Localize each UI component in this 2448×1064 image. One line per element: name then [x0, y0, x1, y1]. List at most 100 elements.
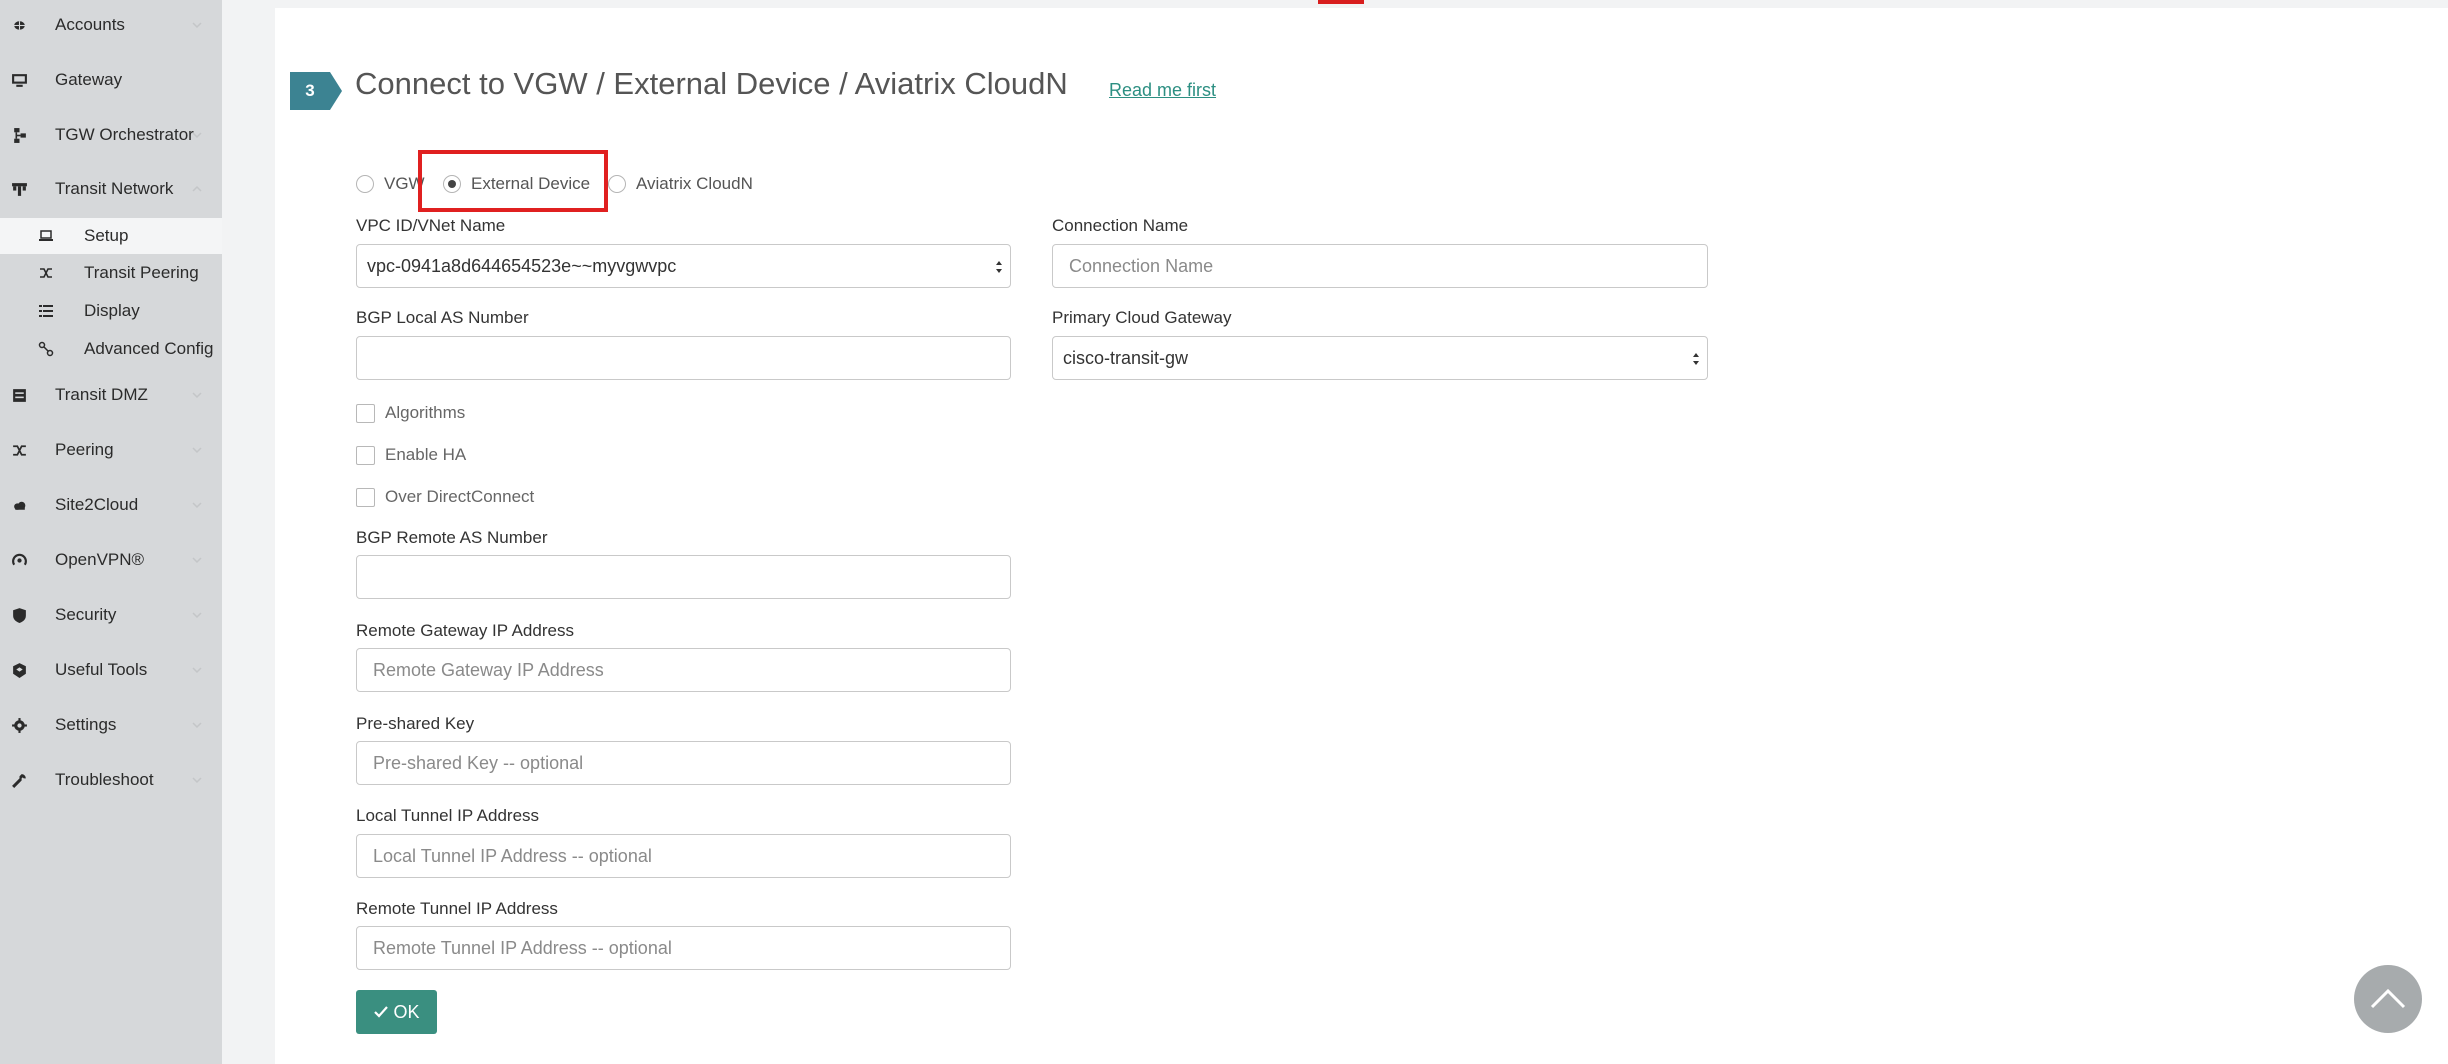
chevron-down-icon [190, 18, 204, 32]
checkbox-label: Over DirectConnect [385, 487, 535, 506]
vpn-icon [9, 550, 29, 570]
cloud-icon [9, 495, 29, 515]
list-icon [37, 302, 55, 320]
local-tunnel-ip-input[interactable] [356, 834, 1011, 878]
ok-button-label: OK [393, 1001, 420, 1022]
chevron-down-icon [190, 773, 204, 787]
sidebar-item-tgw-orchestrator[interactable]: TGW Orchestrator [0, 115, 222, 155]
chevron-up-icon [190, 182, 204, 196]
chevron-down-icon [190, 388, 204, 402]
chevron-down-icon [190, 443, 204, 457]
sidebar-item-label: Transit DMZ [55, 385, 148, 404]
vpc-label: VPC ID/VNet Name [356, 216, 506, 235]
sidebar-subitem-advanced-config[interactable]: Advanced Config [0, 331, 222, 367]
sidebar-item-label: Gateway [55, 70, 123, 89]
remote-tunnel-ip-label: Remote Tunnel IP Address [356, 899, 558, 918]
remote-gateway-ip-label: Remote Gateway IP Address [356, 621, 574, 640]
sidebar-item-label: OpenVPN® [55, 550, 145, 569]
sidebar-subitem-setup[interactable]: Setup [0, 218, 222, 254]
chevron-down-icon [190, 498, 204, 512]
bgp-remote-label: BGP Remote AS Number [356, 528, 548, 547]
dmz-icon [9, 385, 29, 405]
laptop-icon [37, 227, 55, 245]
sidebar-item-accounts[interactable]: Accounts [0, 5, 222, 45]
select-arrows-icon [1693, 353, 1699, 365]
checkbox-box[interactable] [356, 445, 375, 465]
sidebar-item-label: Peering [55, 440, 114, 459]
connection-name-label: Connection Name [1052, 216, 1189, 235]
vpc-select[interactable]: vpc-0941a8d644654523e~~myvgwvpc [356, 244, 1011, 288]
sidebar: Accounts Gateway TGW Orchestrator Transi… [0, 0, 222, 1064]
sidebar-subitem-label: Setup [84, 226, 129, 245]
link-icon [37, 340, 55, 358]
read-me-link[interactable]: Read me first [1109, 80, 1216, 101]
chevron-up-icon [2370, 988, 2406, 1009]
ok-button[interactable]: OK [356, 990, 437, 1034]
sidebar-subitem-transit-peering[interactable]: Transit Peering [0, 255, 222, 291]
radio-circle[interactable] [608, 175, 626, 193]
sidebar-subitem-label: Transit Peering [84, 263, 199, 282]
chevron-down-icon [190, 608, 204, 622]
gear-icon [9, 715, 29, 735]
local-tunnel-ip-label: Local Tunnel IP Address [356, 806, 540, 825]
checkbox-over-directconnect[interactable]: Over DirectConnect [356, 485, 534, 509]
chevron-down-icon [190, 128, 204, 142]
sidebar-item-label: Transit Network [55, 179, 174, 198]
shuffle-icon [9, 440, 29, 460]
sidebar-item-transit-dmz[interactable]: Transit DMZ [0, 375, 222, 415]
network-tree-icon [9, 125, 29, 145]
radio-aviatrix-cloudn[interactable]: Aviatrix CloudN [608, 172, 753, 196]
sidebar-item-useful-tools[interactable]: Useful Tools [0, 650, 222, 690]
remote-gateway-ip-input[interactable] [356, 648, 1011, 692]
checkbox-box[interactable] [356, 487, 375, 507]
step-badge: 3 [290, 72, 342, 110]
page-title: Connect to VGW / External Device / Aviat… [355, 66, 1068, 101]
connection-name-input[interactable] [1052, 244, 1708, 288]
sidebar-subitem-display[interactable]: Display [0, 293, 222, 329]
psk-input[interactable] [356, 741, 1011, 785]
step-number: 3 [305, 81, 315, 100]
psk-label: Pre-shared Key [356, 714, 475, 733]
sidebar-item-label: Site2Cloud [55, 495, 139, 514]
primary-gateway-value: cisco-transit-gw [1063, 347, 1189, 368]
radio-label: Aviatrix CloudN [636, 174, 753, 193]
checkmark-icon [374, 1006, 389, 1018]
primary-gateway-label: Primary Cloud Gateway [1052, 308, 1232, 327]
checkbox-algorithms[interactable]: Algorithms [356, 401, 465, 425]
bgp-local-as-input[interactable] [356, 336, 1011, 380]
chevron-down-icon [190, 718, 204, 732]
remote-tunnel-ip-input[interactable] [356, 926, 1011, 970]
radio-circle[interactable] [356, 175, 374, 193]
sidebar-item-gateway[interactable]: Gateway [0, 60, 222, 100]
sidebar-item-settings[interactable]: Settings [0, 705, 222, 745]
sidebar-item-label: Useful Tools [55, 660, 148, 679]
sidebar-item-troubleshoot[interactable]: Troubleshoot [0, 760, 222, 800]
sidebar-item-label: Accounts [55, 15, 125, 34]
wrench-icon [9, 770, 29, 790]
checkbox-enable-ha[interactable]: Enable HA [356, 443, 466, 467]
shuffle-icon [37, 264, 55, 282]
checkbox-label: Algorithms [385, 403, 466, 422]
red-mark [1318, 0, 1364, 4]
transit-network-icon [9, 179, 29, 199]
sidebar-item-peering[interactable]: Peering [0, 430, 222, 470]
checkbox-label: Enable HA [385, 445, 467, 464]
sidebar-item-site2cloud[interactable]: Site2Cloud [0, 485, 222, 525]
chevron-down-icon [190, 553, 204, 567]
bgp-remote-as-input[interactable] [356, 555, 1011, 599]
radio-vgw[interactable]: VGW [356, 172, 425, 196]
monitor-icon [9, 70, 29, 90]
sidebar-subitem-label: Advanced Config [84, 339, 214, 358]
sidebar-item-openvpn[interactable]: OpenVPN® [0, 540, 222, 580]
primary-gateway-select[interactable]: cisco-transit-gw [1052, 336, 1708, 380]
sidebar-item-security[interactable]: Security [0, 595, 222, 635]
sidebar-item-label: Security [55, 605, 117, 624]
shield-icon [9, 605, 29, 625]
sidebar-item-transit-network[interactable]: Transit Network [0, 169, 222, 209]
highlight-box [418, 150, 608, 212]
checkbox-box[interactable] [356, 403, 375, 423]
bgp-local-label: BGP Local AS Number [356, 308, 529, 327]
accounts-icon [9, 15, 29, 35]
sidebar-subitem-label: Display [84, 301, 140, 320]
scroll-to-top-button[interactable] [2354, 965, 2422, 1033]
